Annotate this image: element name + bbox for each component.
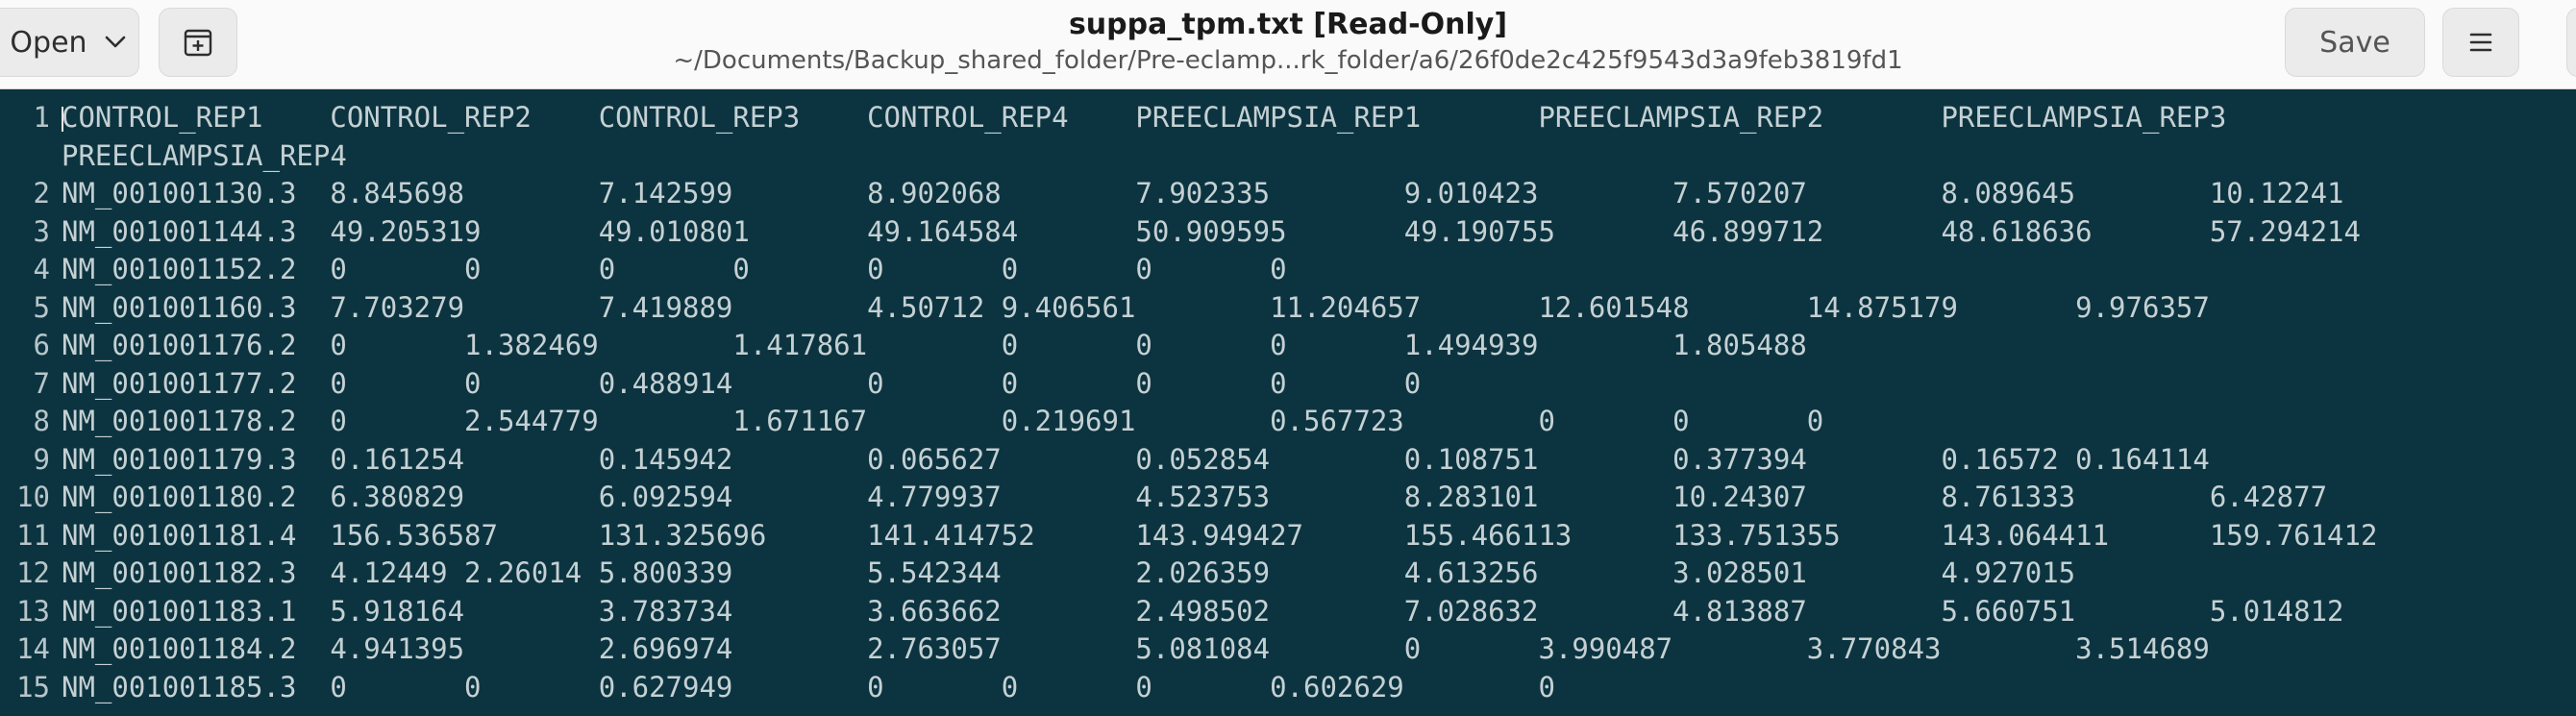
window-title: suppa_tpm.txt [Read-Only] [1068,8,1508,41]
line-number: 14 [16,632,50,665]
line-number: 1 [33,101,50,134]
line-text-wrap: PREECLAMPSIA_REP4 [62,138,347,172]
line-number: 15 [16,670,50,704]
line-number: 5 [33,290,50,324]
line-number: 7 [33,366,50,400]
menu-button[interactable] [2442,8,2519,77]
header-bar: Open suppa_tpm.txt [Read-Only] ~/Documen… [0,0,2576,89]
line-number: 13 [16,594,50,628]
line-text: NM_001001160.3 7.703279 7.419889 4.50712… [62,290,2210,324]
line-text: NM_001001144.3 49.205319 49.010801 49.16… [62,214,2361,248]
text-editor[interactable]: 1 CONTROL_REP1 CONTROL_REP2 CONTROL_REP3… [0,89,2576,716]
line-text: NM_001001130.3 8.845698 7.142599 8.90206… [62,177,2344,210]
line-number: 2 [33,177,50,210]
line-text: NM_001001179.3 0.161254 0.145942 0.06562… [62,442,2210,476]
line-text: NM_001001152.2 0 0 0 0 0 0 0 0 [62,253,1287,285]
line-text: NM_001001184.2 4.941395 2.696974 2.76305… [62,632,2210,665]
line-number: 11 [16,518,50,552]
line-text: NM_001001185.3 0 0 0.627949 0 0 0 0.6026… [62,670,1555,704]
hamburger-icon [2469,33,2492,52]
line-number: 10 [16,481,50,513]
line-text: NM_001001180.2 6.380829 6.092594 4.77993… [62,481,2328,513]
file-path: ~/Documents/Backup_shared_folder/Pre-ecl… [673,46,1903,75]
line-text: NM_001001176.2 0 1.382469 1.417861 0 0 0… [62,329,1807,361]
line-number: 4 [33,253,50,285]
line-number: 9 [33,442,50,476]
line-number: 12 [16,556,50,589]
window-control-button[interactable] [2566,8,2576,77]
line-text: NM_001001181.4 156.536587 131.325696 141… [62,518,2378,552]
line-text: NM_001001182.3 4.12449 2.26014 5.800339 … [62,556,2076,589]
text-cursor [62,107,63,132]
line-text: NM_001001183.1 5.918164 3.783734 3.66366… [62,594,2344,628]
line-number: 8 [33,405,50,437]
line-text: CONTROL_REP1 CONTROL_REP2 CONTROL_REP3 C… [62,101,2227,134]
line-text: NM_001001177.2 0 0 0.488914 0 0 0 0 0 [62,366,1422,400]
save-button[interactable]: Save [2285,8,2425,77]
line-number: 6 [33,329,50,361]
line-number: 3 [33,214,50,248]
line-text: NM_001001178.2 0 2.544779 1.671167 0.219… [62,405,1824,437]
